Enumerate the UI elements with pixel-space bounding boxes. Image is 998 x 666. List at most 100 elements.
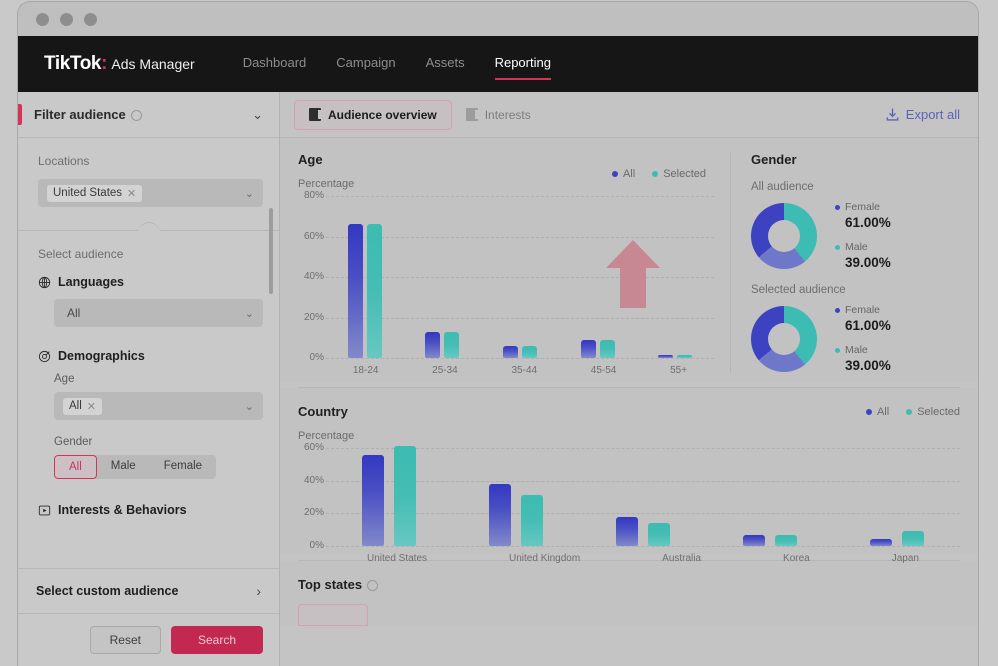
app-body: Filter audience ⌄ Locations United State…: [18, 92, 978, 666]
locations-label: Locations: [38, 154, 90, 168]
selected-audience-donut-row: Female 61.00% Male 39.00%: [751, 304, 960, 373]
age-xlabel-2: 35-44: [511, 365, 538, 376]
info-icon[interactable]: [130, 110, 142, 121]
top-states-title: Top states: [298, 577, 363, 592]
legend-label-selected: Selected: [917, 406, 960, 418]
bar-all[interactable]: [362, 454, 385, 546]
chevron-down-icon[interactable]: ⌄: [245, 187, 254, 200]
gender-donut-selected-audience[interactable]: [751, 305, 817, 372]
bar-selected[interactable]: [774, 534, 797, 546]
bar-all[interactable]: [489, 483, 512, 546]
chevron-right-icon[interactable]: ›: [256, 583, 261, 599]
bar-all[interactable]: [425, 331, 441, 358]
gender-legend-female-all-top: Female: [835, 201, 891, 213]
bar-selected[interactable]: [366, 224, 382, 358]
age-bars: [326, 196, 714, 358]
bar-all[interactable]: [580, 339, 596, 358]
age-chart-title: Age: [298, 152, 323, 167]
close-icon[interactable]: ✕: [87, 400, 96, 413]
country-plot-area: 60% 40% 20% 0%: [298, 442, 960, 551]
interests-behaviors-label: Interests & Behaviors: [58, 503, 187, 517]
age-bar-group-45-54: [580, 196, 615, 358]
bar-selected[interactable]: [521, 345, 537, 358]
age-chart-block: Age All Selected Percentage 80% 60% 40% …: [298, 152, 724, 376]
bar-selected[interactable]: [394, 446, 417, 546]
sidebar-scrollbar-thumb[interactable]: [269, 208, 273, 294]
bar-selected[interactable]: [677, 355, 693, 358]
chevron-down-icon[interactable]: ⌄: [245, 307, 254, 320]
country-chart-legend: All Selected: [865, 406, 960, 418]
gender-title: Gender: [751, 152, 797, 167]
gender-legend-male-all-top: Male: [835, 241, 891, 253]
bar-all[interactable]: [347, 224, 363, 358]
gender-option-female[interactable]: Female: [150, 455, 216, 479]
age-xlabel-1: 25-34: [432, 365, 458, 376]
bar-selected[interactable]: [599, 339, 615, 358]
bar-all[interactable]: [615, 516, 638, 546]
gender-donut-all-audience[interactable]: [751, 202, 817, 269]
country-chart-title: Country: [298, 404, 348, 419]
gridline: [326, 546, 960, 547]
age-bar-group-55plus: [658, 196, 693, 358]
select-audience-label: Select audience: [38, 247, 124, 261]
country-bar-group-korea: [742, 448, 797, 546]
nav-link-dashboard[interactable]: Dashboard: [243, 55, 307, 73]
all-audience-legend: Female 61.00% Male 39.00%: [835, 201, 891, 270]
chevron-down-icon[interactable]: ⌄: [252, 107, 263, 123]
bar-selected[interactable]: [444, 331, 460, 358]
location-token-united-states[interactable]: United States ✕: [47, 184, 143, 202]
interests-behaviors-group-title[interactable]: Interests & Behaviors: [38, 503, 263, 517]
gender-label: Gender: [54, 436, 93, 448]
bar-selected[interactable]: [521, 495, 544, 546]
nav-link-assets[interactable]: Assets: [426, 55, 465, 73]
age-select[interactable]: All ✕ ⌄: [54, 392, 263, 420]
chevron-down-icon[interactable]: ⌄: [245, 400, 254, 413]
nav-link-reporting[interactable]: Reporting: [494, 55, 552, 80]
export-all-button[interactable]: Export all: [885, 107, 960, 122]
legend-dot-female: [835, 204, 840, 210]
window-maximize-dot[interactable]: [84, 12, 97, 26]
reset-button[interactable]: Reset: [89, 626, 161, 654]
search-button[interactable]: Search: [170, 626, 263, 654]
tiktok-ads-manager-logo[interactable]: TikTok : Ads Manager: [44, 53, 195, 75]
tab-interests[interactable]: Interests: [452, 101, 545, 129]
filter-audience-header[interactable]: Filter audience ⌄: [18, 92, 279, 138]
main-nav-links: Dashboard Campaign Assets Reporting: [243, 55, 552, 80]
gender-option-all[interactable]: All: [54, 455, 97, 479]
tab-bar: Audience overview Interests Export all: [280, 92, 978, 138]
play-box-icon: [38, 505, 51, 515]
window-close-dot[interactable]: [36, 12, 49, 26]
close-icon[interactable]: ✕: [127, 187, 136, 200]
section-divider: [18, 217, 279, 243]
country-ytick-0: 0%: [309, 540, 324, 551]
languages-select[interactable]: All ⌄: [54, 299, 263, 327]
gender-legend-male-selected-top: Male: [835, 344, 891, 356]
bar-all[interactable]: [869, 538, 892, 546]
bar-all[interactable]: [658, 355, 674, 358]
bar-all[interactable]: [742, 534, 765, 546]
country-xlabel-2: Australia: [662, 553, 702, 564]
select-custom-audience-row[interactable]: Select custom audience ›: [18, 568, 279, 613]
tab-audience-overview-label: Audience overview: [328, 107, 437, 122]
bar-all[interactable]: [502, 345, 518, 358]
info-icon[interactable]: [367, 580, 379, 591]
locations-select[interactable]: United States ✕ ⌄: [38, 179, 263, 207]
window-minimize-dot[interactable]: [60, 12, 73, 26]
top-states-tab[interactable]: [298, 604, 368, 626]
age-ytick-20: 20%: [303, 311, 324, 323]
bar-selected[interactable]: [647, 523, 670, 546]
gender-legend-male-selected-value: 39.00%: [845, 358, 891, 373]
logo-ads-manager-text: Ads Manager: [111, 56, 195, 72]
country-ytick-40: 40%: [303, 474, 324, 486]
age-token-all[interactable]: All ✕: [63, 397, 102, 415]
nav-link-campaign[interactable]: Campaign: [336, 55, 395, 73]
sidebar-action-buttons: Reset Search: [18, 613, 279, 666]
top-states-section: Top states: [280, 561, 978, 626]
logo-colon: :: [101, 53, 108, 74]
legend-dot-female: [835, 307, 840, 313]
legend-dot-selected: [652, 171, 659, 177]
gender-legend-female-selected-value: 61.00%: [845, 318, 891, 333]
bar-selected[interactable]: [901, 530, 924, 546]
gender-option-male[interactable]: Male: [97, 455, 150, 479]
tab-audience-overview[interactable]: Audience overview: [294, 99, 452, 130]
